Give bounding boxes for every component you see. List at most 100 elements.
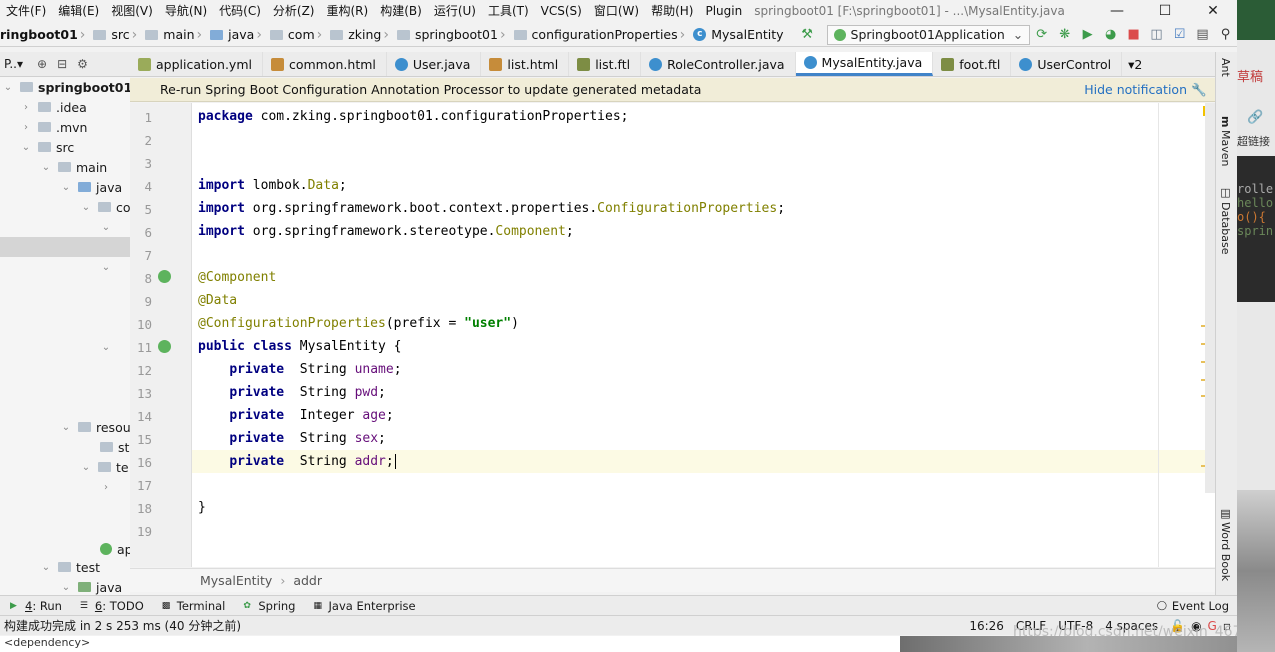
tool-spring[interactable]: ✿ Spring bbox=[243, 599, 295, 613]
menu-code[interactable]: 代码(C) bbox=[213, 0, 267, 22]
tree-node-test[interactable]: ⌄ test bbox=[40, 557, 100, 577]
spring-bean-icon[interactable] bbox=[158, 270, 171, 283]
tool-tab-ant[interactable]: Ant bbox=[1219, 58, 1232, 77]
code-crumb-field[interactable]: addr bbox=[293, 573, 322, 588]
locate-icon[interactable]: ⊕ bbox=[37, 57, 47, 71]
stop-icon[interactable]: ■ bbox=[1126, 26, 1141, 44]
tool-terminal-label: Terminal bbox=[176, 598, 226, 613]
tab-foot-ftl[interactable]: foot.ftl bbox=[933, 52, 1012, 76]
tab-application-yml[interactable]: application.yml bbox=[130, 52, 263, 76]
maximize-icon[interactable]: ☐ bbox=[1145, 0, 1185, 22]
menu-view[interactable]: 视图(V) bbox=[105, 0, 159, 22]
menu-tools[interactable]: 工具(T) bbox=[482, 0, 535, 22]
tab-list-html[interactable]: list.html bbox=[481, 52, 570, 76]
tool-tab-maven[interactable]: Maven bbox=[1219, 130, 1232, 166]
vertical-scrollbar[interactable] bbox=[1205, 103, 1215, 493]
background-code-panel: rolle hello o(){ sprin bbox=[1237, 156, 1275, 302]
background-code-line: o(){ bbox=[1237, 210, 1266, 224]
code-editor[interactable]: 1 2 3 4 5 6 7 8 9 10 11 12 13 14 15 16 1… bbox=[130, 103, 1215, 567]
crumb-class[interactable]: c MysalEntity bbox=[693, 27, 784, 42]
menu-navigate[interactable]: 导航(N) bbox=[159, 0, 213, 22]
run-config-select[interactable]: Springboot01Application ⌄ bbox=[826, 24, 1031, 45]
tree-node-test-java[interactable]: ⌄ java bbox=[60, 577, 122, 595]
line-number: 10 bbox=[136, 317, 152, 332]
crumb-src[interactable]: src › bbox=[93, 27, 141, 43]
crumb-zking[interactable]: zking › bbox=[330, 27, 393, 43]
tool-window-bar: ▶ 4: Run ☰ 6: TODO ▩ Terminal ✿ Spring ▦ Java… bbox=[0, 595, 1237, 615]
coverage-icon[interactable]: ▶ bbox=[1080, 26, 1095, 44]
caret-position[interactable]: 16:26 bbox=[969, 619, 1004, 633]
menu-run[interactable]: 运行(U) bbox=[428, 0, 482, 22]
wrench-icon[interactable]: 🔧 bbox=[1191, 82, 1207, 98]
terminal-toggle-icon[interactable]: ▤ bbox=[1195, 26, 1210, 44]
tab-rolecontroller-java[interactable]: RoleController.java bbox=[641, 52, 796, 76]
spring-bean-icon[interactable] bbox=[158, 340, 171, 353]
menu-plugin[interactable]: Plugin bbox=[699, 0, 748, 22]
tree-node-application[interactable]: ap bbox=[100, 539, 130, 559]
code-crumb-class[interactable]: MysalEntity bbox=[200, 573, 272, 588]
tree-node-collapsed[interactable]: › bbox=[100, 477, 118, 497]
tree-node-main[interactable]: ⌄ main bbox=[40, 157, 107, 177]
chevron-right-icon: › bbox=[280, 573, 286, 588]
right-tool-strip: Ant m Maven ◫ Database ▤ Word Book bbox=[1215, 52, 1237, 595]
search-icon[interactable]: ⚲ bbox=[1218, 26, 1233, 44]
tree-node-src[interactable]: ⌄ src bbox=[20, 137, 74, 157]
tool-run[interactable]: ▶ 4: Run bbox=[10, 599, 62, 613]
crumb-springboot01[interactable]: springboot01 › bbox=[396, 27, 510, 43]
tool-terminal[interactable]: ▩ Terminal bbox=[162, 599, 226, 613]
tabs-overflow-button[interactable]: ▾2 bbox=[1122, 52, 1148, 76]
tree-node-mvn[interactable]: › .mvn bbox=[20, 117, 87, 137]
crumb-project[interactable]: ringboot01 › bbox=[0, 27, 89, 43]
close-icon[interactable]: ✕ bbox=[1193, 0, 1233, 22]
tab-common-html[interactable]: common.html bbox=[263, 52, 387, 76]
tool-todo-label: TODO bbox=[109, 598, 144, 613]
hide-notification-link[interactable]: Hide notification bbox=[1084, 82, 1187, 97]
chevron-down-icon: ⌄ bbox=[61, 421, 71, 433]
profile-icon[interactable]: ◕ bbox=[1103, 26, 1118, 44]
crumb-configurationProperties[interactable]: configurationProperties › bbox=[513, 27, 690, 43]
tab-mysalentity-java[interactable]: MysalEntity.java bbox=[795, 52, 934, 76]
tree-node-idea[interactable]: › .idea bbox=[20, 97, 87, 117]
tool-tab-database[interactable]: Database bbox=[1219, 202, 1232, 255]
menu-refactor[interactable]: 重构(R) bbox=[321, 0, 375, 22]
menu-analyze[interactable]: 分析(Z) bbox=[267, 0, 321, 22]
gear-icon[interactable]: ⚙ bbox=[77, 57, 88, 71]
minimize-icon[interactable]: — bbox=[1097, 0, 1137, 22]
folder-icon bbox=[38, 122, 51, 132]
project-view-dropdown[interactable]: P..▾ bbox=[4, 57, 23, 71]
tab-list-ftl[interactable]: list.ftl bbox=[569, 52, 642, 76]
crumb-java[interactable]: java › bbox=[210, 27, 266, 43]
tree-node-collapsed[interactable]: ⌄ bbox=[100, 337, 118, 357]
tree-node-com[interactable]: ⌄ co bbox=[80, 197, 130, 217]
collapse-all-icon[interactable]: ⊟ bbox=[57, 57, 67, 71]
tree-node-static[interactable]: st bbox=[100, 437, 129, 457]
project-structure-icon[interactable]: ◫ bbox=[1149, 26, 1164, 44]
menu-vcs[interactable]: VCS(S) bbox=[535, 0, 588, 22]
tool-event-log[interactable]: ◯ Event Log bbox=[1157, 599, 1229, 613]
folder-icon bbox=[93, 29, 107, 40]
debug-icon[interactable]: ❋ bbox=[1057, 26, 1072, 44]
tab-user-java[interactable]: User.java bbox=[387, 52, 482, 76]
menu-build[interactable]: 构建(B) bbox=[374, 0, 428, 22]
menu-edit[interactable]: 编辑(E) bbox=[52, 0, 105, 22]
tab-usercontroller[interactable]: UserControl bbox=[1011, 52, 1123, 76]
tool-tab-wordbook[interactable]: Word Book bbox=[1219, 522, 1232, 581]
tree-node-templates[interactable]: ⌄ te bbox=[80, 457, 129, 477]
menu-window[interactable]: 窗口(W) bbox=[588, 0, 645, 22]
menu-file[interactable]: 文件(F) bbox=[0, 0, 52, 22]
tree-node-collapsed[interactable]: ⌄ bbox=[100, 217, 118, 237]
tool-todo[interactable]: ☰ 6: TODO bbox=[80, 599, 144, 613]
chevron-right-icon: › bbox=[131, 26, 138, 43]
tool-java-enterprise[interactable]: ▦ Java Enterprise bbox=[314, 599, 416, 613]
tree-node-resources[interactable]: ⌄ resou bbox=[60, 417, 130, 437]
crumb-com[interactable]: com › bbox=[269, 27, 326, 43]
tree-node-root[interactable]: ⌄ springboot01 bbox=[2, 77, 130, 97]
translate-icon[interactable]: ☑ bbox=[1172, 26, 1187, 44]
tree-node-java[interactable]: ⌄ java bbox=[60, 177, 122, 197]
menu-help[interactable]: 帮助(H) bbox=[645, 0, 699, 22]
tree-node-collapsed[interactable]: ⌄ bbox=[100, 257, 118, 277]
hammer-icon[interactable]: ⚒ bbox=[800, 26, 815, 44]
crumb-main[interactable]: main › bbox=[145, 27, 206, 43]
window-title: springboot01 [F:\springboot01] - ...\Mys… bbox=[754, 4, 1065, 18]
rerun-icon[interactable]: ⟳ bbox=[1034, 26, 1049, 44]
